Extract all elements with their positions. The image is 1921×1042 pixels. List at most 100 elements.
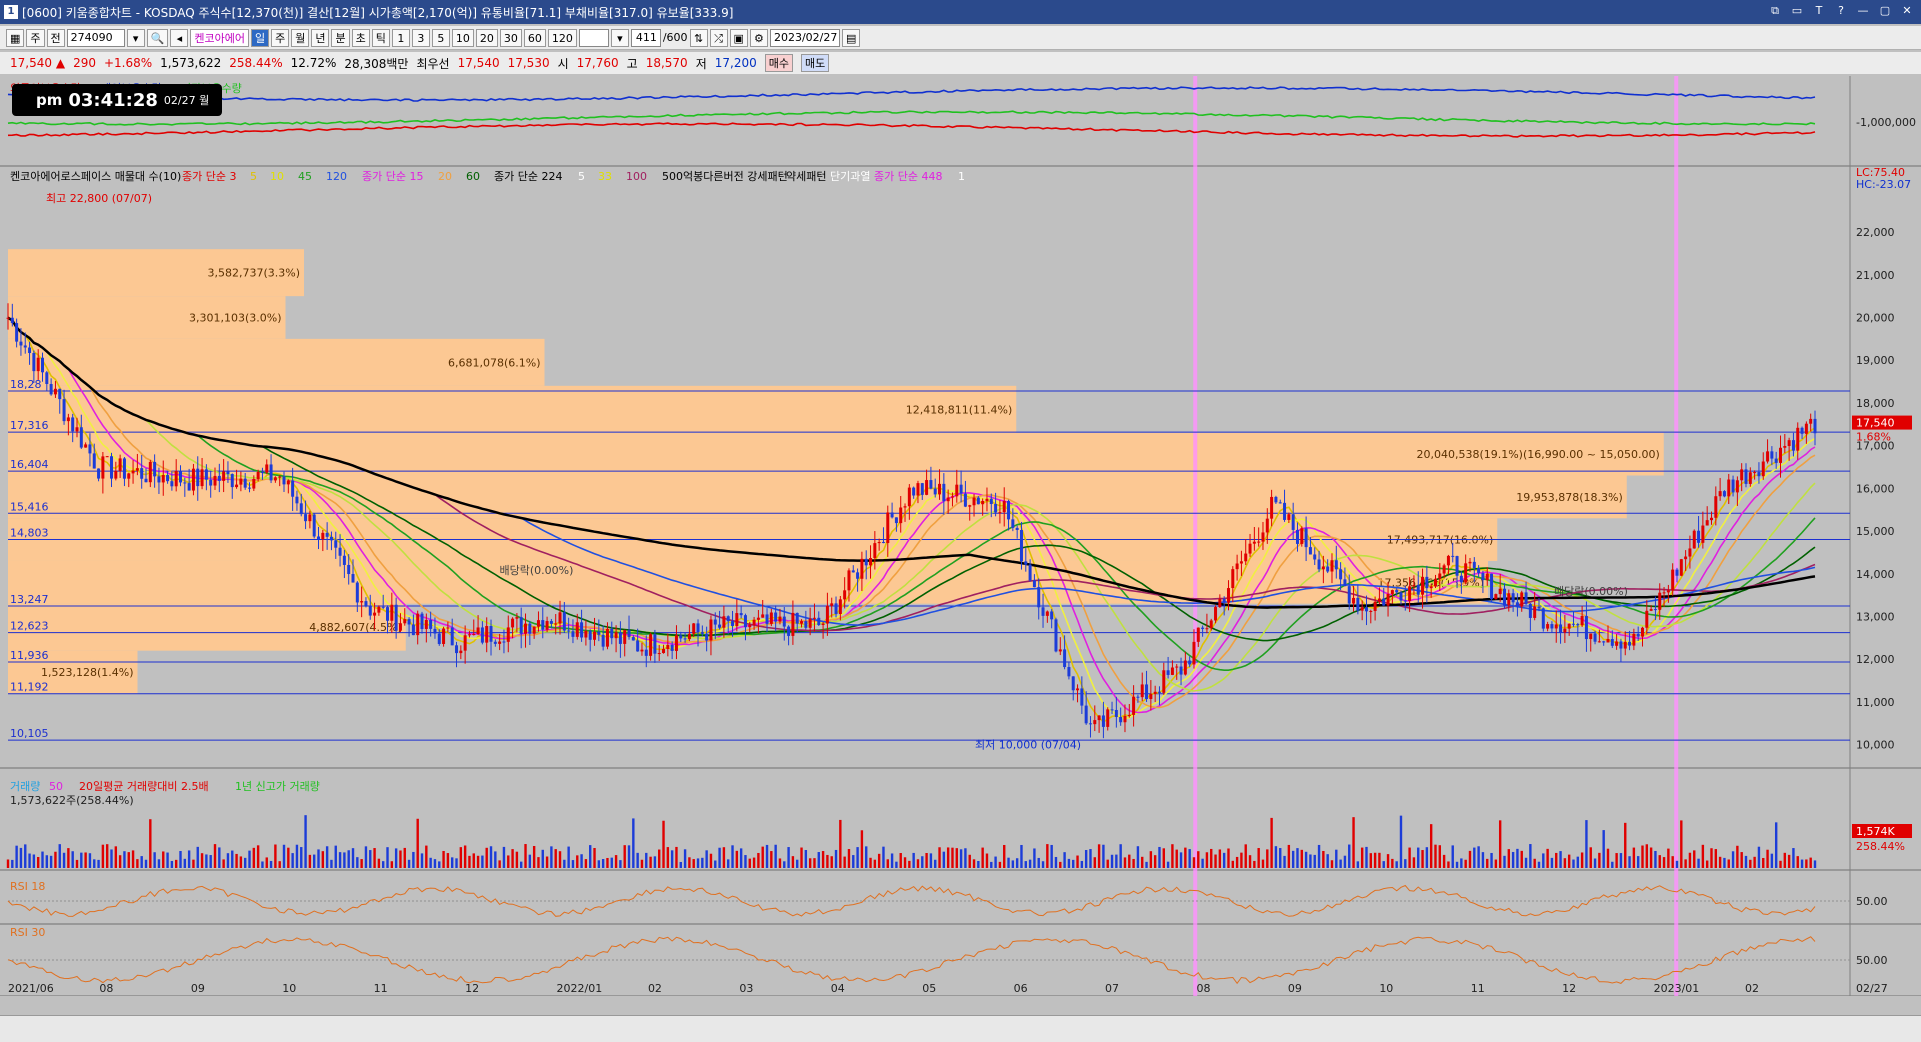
stock-name-button[interactable]: 켄코아에어: [190, 28, 249, 47]
volume-bar: [852, 855, 855, 868]
volume-bar: [36, 857, 40, 868]
close-icon[interactable]: ✕: [1899, 3, 1915, 19]
volume-bar: [563, 859, 566, 868]
candle-body: [1438, 573, 1442, 579]
minute-60[interactable]: 60: [523, 28, 546, 47]
candle-body: [1709, 517, 1713, 521]
volume-bar: [679, 861, 682, 868]
candle-body: [66, 417, 70, 422]
gear-icon[interactable]: ⚙: [749, 28, 768, 47]
volume-bar: [714, 860, 717, 868]
custom-minute-input[interactable]: [578, 28, 609, 47]
volume-bar: [239, 856, 243, 868]
text-icon[interactable]: T: [1811, 3, 1827, 19]
candle-body: [230, 474, 234, 488]
scroll-bar[interactable]: [0, 1015, 1921, 1042]
candle-body: [1567, 623, 1571, 629]
volume-bar: [1442, 854, 1446, 868]
interval-second[interactable]: 초: [351, 28, 370, 47]
volume-legend-item: 거래량: [10, 780, 40, 793]
candle-body: [1291, 514, 1295, 530]
volume-bar: [1240, 852, 1243, 868]
minute-1[interactable]: 1: [391, 28, 410, 47]
candle-body: [894, 517, 898, 524]
candle-body: [1063, 649, 1067, 668]
minute-5[interactable]: 5: [431, 28, 450, 47]
interval-minute[interactable]: 분: [331, 28, 350, 47]
support-line-label: 13,247: [10, 593, 49, 606]
candle-body: [519, 617, 523, 634]
help-icon[interactable]: ?: [1833, 3, 1849, 19]
save-icon[interactable]: ▣: [729, 28, 748, 47]
interval-year[interactable]: 년: [311, 28, 330, 47]
candle-body: [1283, 502, 1287, 520]
buy-button[interactable]: 매수: [764, 54, 793, 72]
grid-icon[interactable]: ▦: [6, 28, 25, 47]
restore-icon[interactable]: ▭: [1789, 3, 1805, 19]
minute-120[interactable]: 120: [547, 28, 577, 47]
interval-month[interactable]: 월: [291, 28, 310, 47]
minute-3[interactable]: 3: [411, 28, 430, 47]
candle-body: [907, 487, 911, 507]
volume-bar: [1080, 860, 1084, 868]
minute-10[interactable]: 10: [451, 28, 474, 47]
chart-area[interactable]: 3,582,737(3.3%) 3,301,103(3.0%) 6,681,078(…: [0, 76, 1921, 996]
crosshair-icon[interactable]: ⇅: [689, 28, 708, 47]
sound-icon[interactable]: ◂: [170, 28, 189, 47]
volume-bar: [28, 853, 31, 868]
period-select[interactable]: 주: [26, 28, 45, 47]
minimize-icon[interactable]: —: [1855, 3, 1871, 19]
chevron-down-icon[interactable]: ▾: [610, 28, 629, 47]
candle-body: [524, 623, 528, 634]
volume-bar: [727, 859, 730, 868]
candle-body: [1692, 530, 1696, 549]
volume-bar: [1537, 861, 1541, 868]
minute-30[interactable]: 30: [499, 28, 522, 47]
candle-body: [377, 606, 381, 613]
candle-body: [545, 621, 549, 630]
shuffle-icon[interactable]: ⤮: [709, 28, 728, 47]
candle-body: [588, 630, 592, 640]
volume-bar: [451, 857, 454, 868]
candle-body: [1244, 553, 1248, 562]
calendar-icon[interactable]: ▤: [841, 28, 861, 47]
volume-bar: [468, 855, 471, 868]
maximize-icon[interactable]: ▢: [1877, 3, 1893, 19]
stock-code-input[interactable]: 274090: [66, 28, 125, 47]
candle-body: [1136, 696, 1140, 698]
prev-button[interactable]: 전: [46, 28, 65, 47]
rsi18-axis: 50.00: [1856, 895, 1888, 908]
volume-bar: [1015, 858, 1019, 868]
volume-bar: [800, 847, 803, 868]
volume-bar: [390, 861, 394, 868]
candle-body: [1287, 514, 1291, 520]
candle-body: [239, 478, 243, 485]
volume-bar: [1279, 848, 1282, 868]
interval-tick[interactable]: 틱: [371, 28, 390, 47]
volume-bar: [1464, 859, 1467, 868]
sell-button[interactable]: 매도: [800, 54, 830, 72]
volume-bar: [1356, 861, 1360, 868]
volume-bar: [916, 859, 920, 868]
candle-body: [567, 630, 571, 632]
chevron-down-icon[interactable]: ▾: [126, 28, 145, 47]
tile-icon[interactable]: ⧉: [1767, 3, 1783, 19]
search-icon[interactable]: 🔍: [146, 28, 169, 47]
candle-body: [692, 623, 696, 634]
interval-day[interactable]: 일: [250, 28, 270, 47]
volume-bar: [304, 815, 307, 868]
minute-20[interactable]: 20: [475, 28, 498, 47]
price-axis-label: 14,000: [1856, 568, 1895, 581]
count-input[interactable]: 411: [630, 28, 661, 47]
candle-body: [1248, 543, 1252, 554]
volume-bar: [1481, 852, 1485, 868]
date-input[interactable]: 2023/02/27: [769, 28, 840, 47]
volume-bar: [1313, 854, 1316, 868]
volume-bar: [1197, 851, 1200, 868]
interval-week[interactable]: 주: [271, 28, 290, 47]
volume-bar: [1619, 853, 1623, 868]
candle-body: [942, 483, 946, 502]
candle-body: [1024, 561, 1028, 565]
volume-bar: [1171, 844, 1174, 868]
volume-bar: [1166, 861, 1170, 868]
